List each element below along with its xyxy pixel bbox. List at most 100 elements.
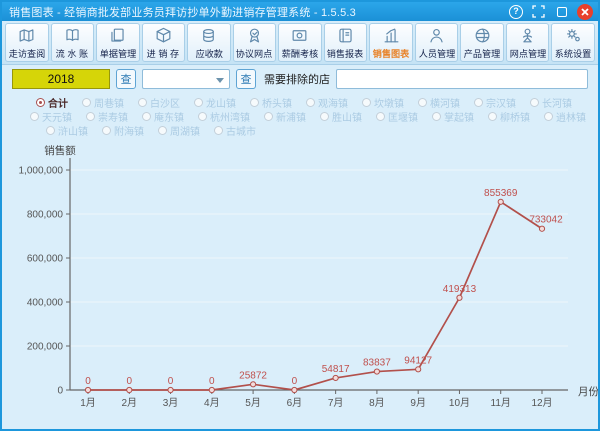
- svg-text:2月: 2月: [121, 397, 137, 409]
- svg-text:855369: 855369: [484, 188, 518, 199]
- radio-circle-icon: [198, 112, 207, 121]
- year-input[interactable]: [12, 69, 110, 89]
- store-radio-新浦镇[interactable]: 新浦镇: [264, 109, 306, 124]
- svg-text:400,000: 400,000: [27, 298, 64, 309]
- settings-icon: [564, 26, 583, 45]
- svg-text:0: 0: [85, 376, 91, 387]
- toolbar-button-网点管理[interactable]: 网点管理: [506, 23, 550, 62]
- toolbar-button-协议网点[interactable]: 协议网点: [233, 23, 277, 62]
- store-radio-天元镇[interactable]: 天元镇: [30, 109, 72, 124]
- svg-text:0: 0: [209, 376, 215, 387]
- store-radio-label: 胜山镇: [332, 109, 362, 124]
- store-radio-label: 逍林镇: [556, 109, 586, 124]
- toolbar-button-销售报表[interactable]: 销售报表: [324, 23, 368, 62]
- toolbar-button-系统设置[interactable]: 系统设置: [551, 23, 595, 62]
- svg-text:5月: 5月: [245, 397, 261, 409]
- toolbar-button-薪酬考核[interactable]: 薪酬考核: [278, 23, 322, 62]
- toolbar-button-产品管理[interactable]: 产品管理: [460, 23, 504, 62]
- toolbar-button-走访查阅[interactable]: 走访查阅: [5, 23, 49, 62]
- store-radio-label: 宗汉镇: [486, 95, 516, 110]
- store-radio-庵东镇[interactable]: 庵东镇: [142, 109, 184, 124]
- sales-line-chart: 0200,000400,000600,000800,0001,000,0001月…: [2, 138, 600, 431]
- store-radio-label: 观海镇: [318, 95, 348, 110]
- store-radio-掌起镇[interactable]: 掌起镇: [432, 109, 474, 124]
- agreement-icon: [245, 26, 264, 45]
- radio-circle-icon: [320, 112, 329, 121]
- svg-text:6月: 6月: [287, 397, 303, 409]
- svg-text:94127: 94127: [404, 355, 432, 366]
- store-radio-宗汉镇[interactable]: 宗汉镇: [474, 95, 516, 110]
- store-radio-浒山镇[interactable]: 浒山镇: [46, 123, 88, 138]
- close-icon[interactable]: [577, 4, 593, 20]
- toolbar-button-label: 销售报表: [327, 46, 363, 59]
- documents-icon: [108, 26, 127, 45]
- radio-circle-icon: [306, 98, 315, 107]
- store-radio-label: 柳桥镇: [500, 109, 530, 124]
- store-radio-合计[interactable]: 合计: [36, 95, 68, 110]
- svg-text:0: 0: [57, 386, 63, 397]
- store-radio-label: 合计: [48, 95, 68, 110]
- store-radio-杭州湾镇[interactable]: 杭州湾镇: [198, 109, 250, 124]
- year-search-button[interactable]: 查: [116, 69, 136, 89]
- store-radio-古城市[interactable]: 古城市: [214, 123, 256, 138]
- svg-text:0: 0: [126, 376, 132, 387]
- store-radio-观海镇[interactable]: 观海镇: [306, 95, 348, 110]
- toolbar-button-流 水 账[interactable]: 流 水 账: [51, 23, 95, 62]
- store-radio-柳桥镇[interactable]: 柳桥镇: [488, 109, 530, 124]
- radio-circle-icon: [158, 126, 167, 135]
- radio-row: 天元镇 崇寿镇庵东镇杭州湾镇新浦镇 胜山镇匡堰镇掌起镇 柳桥镇 逍林镇: [30, 110, 592, 123]
- store-radio-附海镇[interactable]: 附海镇: [102, 123, 144, 138]
- radio-circle-icon: [138, 98, 147, 107]
- store-radio-label: 崇寿镇: [98, 109, 128, 124]
- store-radio-横河镇[interactable]: 横河镇: [418, 95, 460, 110]
- store-radio-周湖镇[interactable]: 周湖镇: [158, 123, 200, 138]
- store-radio-匡堰镇[interactable]: 匡堰镇: [376, 109, 418, 124]
- radio-circle-icon: [474, 98, 483, 107]
- radio-row: 合计周巷镇 白沙区 龙山镇 桥头镇 观海镇坎墩镇横河镇 宗汉镇 长河镇: [36, 96, 592, 109]
- svg-text:1月: 1月: [80, 397, 96, 409]
- svg-text:10月: 10月: [449, 397, 470, 409]
- radio-circle-icon: [86, 112, 95, 121]
- resize-icon[interactable]: [531, 4, 546, 19]
- product-icon: [473, 26, 492, 45]
- chevron-down-icon: [216, 78, 224, 83]
- toolbar-button-销售图表[interactable]: 销售图表: [369, 23, 413, 62]
- toolbar-button-进 销 存[interactable]: 进 销 存: [142, 23, 186, 62]
- radio-circle-icon: [488, 112, 497, 121]
- toolbar-button-人员管理[interactable]: 人员管理: [415, 23, 459, 62]
- help-icon[interactable]: ?: [509, 5, 523, 19]
- report-icon: [336, 26, 355, 45]
- store-select[interactable]: [142, 69, 230, 89]
- store-radio-胜山镇[interactable]: 胜山镇: [320, 109, 362, 124]
- toolbar-button-label: 流 水 账: [56, 46, 88, 59]
- exclude-store-input[interactable]: [336, 69, 588, 89]
- store-radio-周巷镇[interactable]: 周巷镇: [82, 95, 124, 110]
- toolbar-button-应收款[interactable]: 应收款: [187, 23, 231, 62]
- store-radio-坎墩镇[interactable]: 坎墩镇: [362, 95, 404, 110]
- svg-text:0: 0: [292, 376, 298, 387]
- store-radio-龙山镇[interactable]: 龙山镇: [194, 95, 236, 110]
- store-radio-label: 古城市: [226, 123, 256, 138]
- inventory-icon: [154, 26, 173, 45]
- window-title: 销售图表 - 经销商批发部业务员拜访抄单外勤进销存管理系统 - 1.5.5.3: [9, 4, 509, 20]
- toolbar-button-单据管理[interactable]: 单据管理: [96, 23, 140, 62]
- store-search-button[interactable]: 查: [236, 69, 256, 89]
- maximize-icon[interactable]: [554, 4, 569, 19]
- toolbar: 走访查阅流 水 账单据管理进 销 存应收款协议网点薪酬考核销售报表销售图表人员管…: [2, 21, 598, 65]
- svg-text:7月: 7月: [328, 397, 344, 409]
- svg-text:4月: 4月: [204, 397, 220, 409]
- store-radio-label: 桥头镇: [262, 95, 292, 110]
- radio-circle-icon: [194, 98, 203, 107]
- store-radio-label: 白沙区: [150, 95, 180, 110]
- toolbar-button-label: 产品管理: [464, 46, 500, 59]
- store-radio-逍林镇[interactable]: 逍林镇: [544, 109, 586, 124]
- store-radio-label: 龙山镇: [206, 95, 236, 110]
- store-radio-长河镇[interactable]: 长河镇: [530, 95, 572, 110]
- svg-text:11月: 11月: [491, 397, 511, 409]
- radio-circle-icon: [544, 112, 553, 121]
- store-radio-桥头镇[interactable]: 桥头镇: [250, 95, 292, 110]
- store-radio-崇寿镇[interactable]: 崇寿镇: [86, 109, 128, 124]
- store-radio-label: 长河镇: [542, 95, 572, 110]
- svg-text:54817: 54817: [322, 364, 350, 375]
- store-radio-白沙区[interactable]: 白沙区: [138, 95, 180, 110]
